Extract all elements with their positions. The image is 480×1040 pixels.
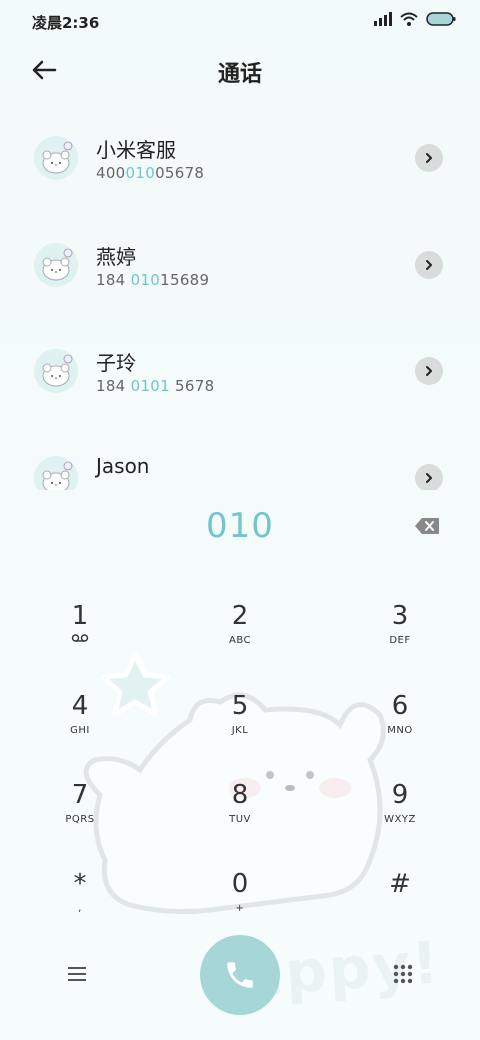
page-title: 通话 <box>217 62 262 87</box>
bottom-bar <box>0 935 480 1015</box>
phone-icon <box>227 962 253 988</box>
contact-row[interactable]: 子玲 184 0101 5678 <box>0 331 480 438</box>
voicemail-icon <box>25 634 135 649</box>
status-time: 凌晨2:36 <box>32 14 100 32</box>
contact-detail-button[interactable] <box>415 144 443 172</box>
contact-detail-button[interactable] <box>415 250 443 279</box>
search-results-list[interactable]: 小米客服 40001005678 燕婷 184 01015689 子玲 184 … <box>0 118 480 490</box>
number-match: 010 <box>130 270 161 289</box>
number-match: 0101 <box>130 377 170 395</box>
key-digit: 0 <box>231 869 249 899</box>
number-suffix: 5678 <box>169 377 215 395</box>
contact-row[interactable]: Jason <box>0 438 480 490</box>
key-digit: 8 <box>231 780 249 810</box>
contact-row[interactable]: 燕婷 184 01015689 <box>0 225 480 332</box>
wifi-icon <box>400 12 418 26</box>
key-digit: 2 <box>231 601 249 631</box>
key-letters: MNO <box>387 725 413 736</box>
contact-name: 子玲 <box>96 351 136 375</box>
backspace-button[interactable] <box>414 517 440 535</box>
key-letters: ABC <box>228 635 251 646</box>
key-1[interactable]: 1 <box>25 600 135 670</box>
contact-detail-button[interactable] <box>415 463 443 490</box>
avatar <box>34 455 78 490</box>
key-letters: DEF <box>389 635 411 646</box>
key-letters: , <box>78 903 82 914</box>
avatar <box>34 136 78 180</box>
avatar <box>34 349 78 393</box>
avatar <box>34 242 78 287</box>
contact-number: 184 0101 5678 <box>96 377 214 395</box>
key-digit: 5 <box>231 691 249 721</box>
status-icons <box>374 12 456 26</box>
key-0[interactable]: 0 + <box>185 868 295 938</box>
status-bar: 凌晨2:36 <box>0 0 480 42</box>
key-4[interactable]: 4 GHI <box>25 690 135 760</box>
key-5[interactable]: 5 JKL <box>185 690 295 760</box>
key-digit: 1 <box>71 601 89 631</box>
header: 通话 <box>0 50 480 90</box>
contact-detail-button[interactable] <box>415 357 443 385</box>
chevron-right-icon <box>426 259 432 270</box>
contact-number: 40001005678 <box>96 164 204 182</box>
key-digit: 6 <box>391 691 409 721</box>
key-8[interactable]: 8 TUV <box>185 779 295 849</box>
number-prefix: 400 <box>96 164 126 182</box>
number-prefix: 184 <box>96 377 131 395</box>
number-suffix: 15689 <box>160 270 210 289</box>
key-digit: 3 <box>391 601 409 631</box>
chevron-right-icon <box>426 472 432 483</box>
key-letters: JKL <box>231 725 249 736</box>
key-digit: 9 <box>391 780 409 810</box>
battery-icon <box>426 12 456 26</box>
number-match: 010 <box>125 164 156 182</box>
key-6[interactable]: 6 MNO <box>345 690 455 760</box>
key-9[interactable]: 9 WXYZ <box>345 779 455 849</box>
number-suffix: 05678 <box>155 164 205 182</box>
key-letters: WXYZ <box>384 814 416 825</box>
key-star[interactable]: *, <box>25 868 135 938</box>
menu-icon[interactable] <box>64 963 90 985</box>
dialed-number: 010 <box>206 506 274 546</box>
key-digit: * <box>73 869 87 899</box>
contact-number: 184 01015689 <box>96 271 209 289</box>
key-letters: PQRS <box>65 814 95 825</box>
contact-row[interactable]: 小米客服 40001005678 <box>0 118 480 225</box>
chevron-right-icon <box>426 366 432 376</box>
key-letters: + <box>235 903 245 914</box>
chevron-right-icon <box>426 153 432 163</box>
contact-name: 小米客服 <box>96 138 176 162</box>
key-hash[interactable]: # <box>345 868 455 938</box>
call-button[interactable] <box>200 935 280 1015</box>
number-prefix: 184 <box>96 270 131 289</box>
dialpad-icon[interactable] <box>392 963 414 985</box>
key-letters: TUV <box>229 814 251 825</box>
key-digit: # <box>389 869 411 899</box>
key-digit: 4 <box>71 691 89 721</box>
key-3[interactable]: 3 DEF <box>345 600 455 670</box>
key-letters: GHI <box>70 725 90 736</box>
key-digit: 7 <box>71 780 89 810</box>
key-7[interactable]: 7 PQRS <box>25 779 135 849</box>
key-2[interactable]: 2 ABC <box>185 600 295 670</box>
contact-name: 燕婷 <box>96 244 136 269</box>
contact-name: Jason <box>96 453 150 478</box>
signal-icon <box>374 12 392 26</box>
